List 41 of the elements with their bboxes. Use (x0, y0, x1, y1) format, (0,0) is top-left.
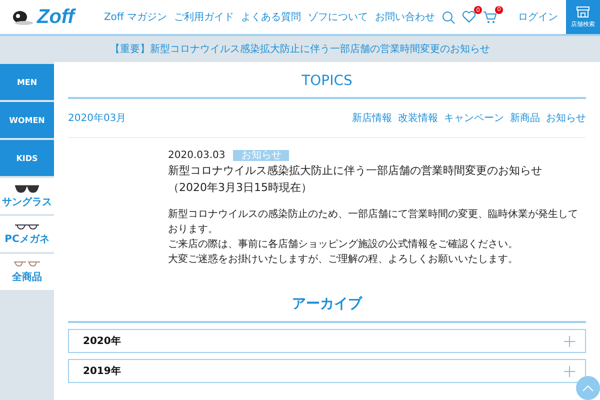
nav-link[interactable]: Zoff マガジン (104, 10, 167, 24)
category-filter-link[interactable]: 新商品 (510, 111, 540, 125)
nav-link[interactable]: ゾフについて (308, 10, 368, 24)
article-date: 2020.03.03 (168, 150, 226, 161)
plus-icon (564, 366, 575, 376)
plus-icon (564, 336, 575, 346)
category-link[interactable]: MEN (0, 64, 54, 100)
article-title[interactable]: 新型コロナウイルス感染拡大防止に伴う一部店舗の営業時間変更のお知らせ (168, 163, 586, 178)
category-filter-link[interactable]: 新店情報 (352, 111, 392, 125)
nav-link[interactable]: ご利用ガイド (174, 10, 234, 24)
notice-banner[interactable]: 【重要】新型コロナウイルス感染拡大防止に伴う一部店舗の営業時間変更のお知らせ (0, 34, 600, 62)
category-link[interactable]: 全商品 (0, 254, 54, 290)
category-link[interactable]: WOMEN (0, 102, 54, 138)
search-icon[interactable] (442, 10, 455, 24)
chevron-up-icon (582, 384, 594, 392)
store-icon (576, 6, 590, 18)
category-link[interactable]: KIDS (0, 140, 54, 176)
logo-text[interactable]: Zoff (37, 6, 74, 28)
archive-title: アーカイブ (68, 267, 586, 323)
glasses-icon (13, 260, 41, 268)
login-link[interactable]: ログイン (518, 10, 558, 24)
category-filter-link[interactable]: 改装情報 (398, 111, 438, 125)
glasses-icon (14, 222, 40, 230)
cart-icon[interactable] (483, 10, 497, 24)
category-filter-link[interactable]: お知らせ (546, 111, 586, 125)
article-subtitle: （2020年3月3日15時現在） (168, 180, 313, 195)
article-paragraph: 新型コロナウイルスの感染防止のため、一部店舗にて営業時間の変更、臨時休業が発生しております。 (168, 208, 579, 237)
category-filter-link[interactable]: キャンペーン (444, 111, 504, 125)
sunglasses-icon (14, 184, 40, 192)
nav-link[interactable]: よくある質問 (241, 10, 301, 24)
article-paragraph: ご来店の際は、事前に各店舗ショッピング施設の公式情報をご確認ください。 (168, 238, 519, 252)
article-paragraph: 大変ご迷惑をお掛けいたしますが、ご理解の程、よろしくお願いいたします。 (168, 252, 519, 267)
nav-link[interactable]: お問い合わせ (375, 10, 435, 24)
category-link[interactable]: PCメガネ (0, 216, 54, 252)
category-link[interactable]: サングラス (0, 178, 54, 214)
month-heading: 2020年03月 (68, 112, 126, 125)
category-tag: お知らせ (233, 150, 290, 161)
archive-year-row[interactable]: 2019年 (68, 359, 586, 383)
archive-year-row[interactable]: 2020年 (68, 329, 586, 353)
page-title: TOPICS (68, 62, 586, 99)
heart-icon[interactable] (462, 11, 476, 23)
